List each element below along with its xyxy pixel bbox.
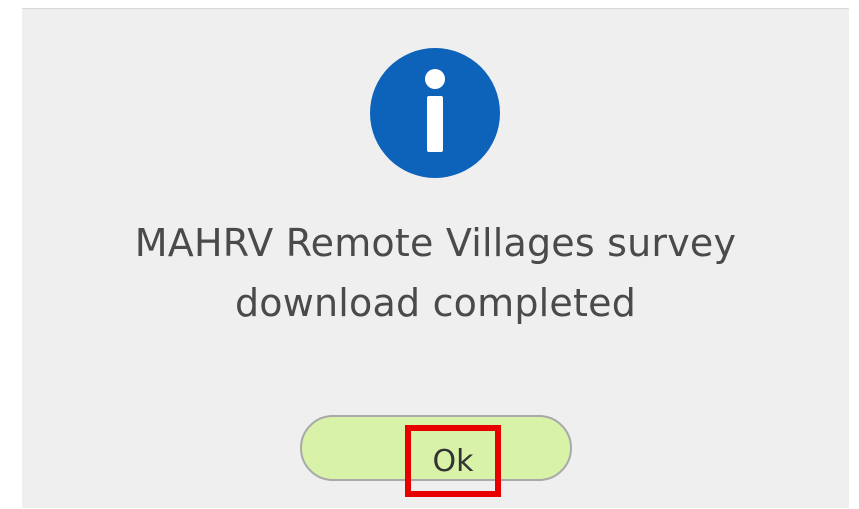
message-line-2: download completed	[234, 281, 637, 325]
message-line-1: MAHRV Remote Villages survey	[134, 221, 737, 265]
dialog-message: MAHRV Remote Villages survey download co…	[22, 213, 849, 333]
alert-dialog: MAHRV Remote Villages survey download co…	[22, 8, 849, 508]
ok-button[interactable]: Ok	[300, 415, 572, 497]
info-icon	[370, 48, 500, 178]
ok-button-label: Ok	[405, 425, 501, 497]
